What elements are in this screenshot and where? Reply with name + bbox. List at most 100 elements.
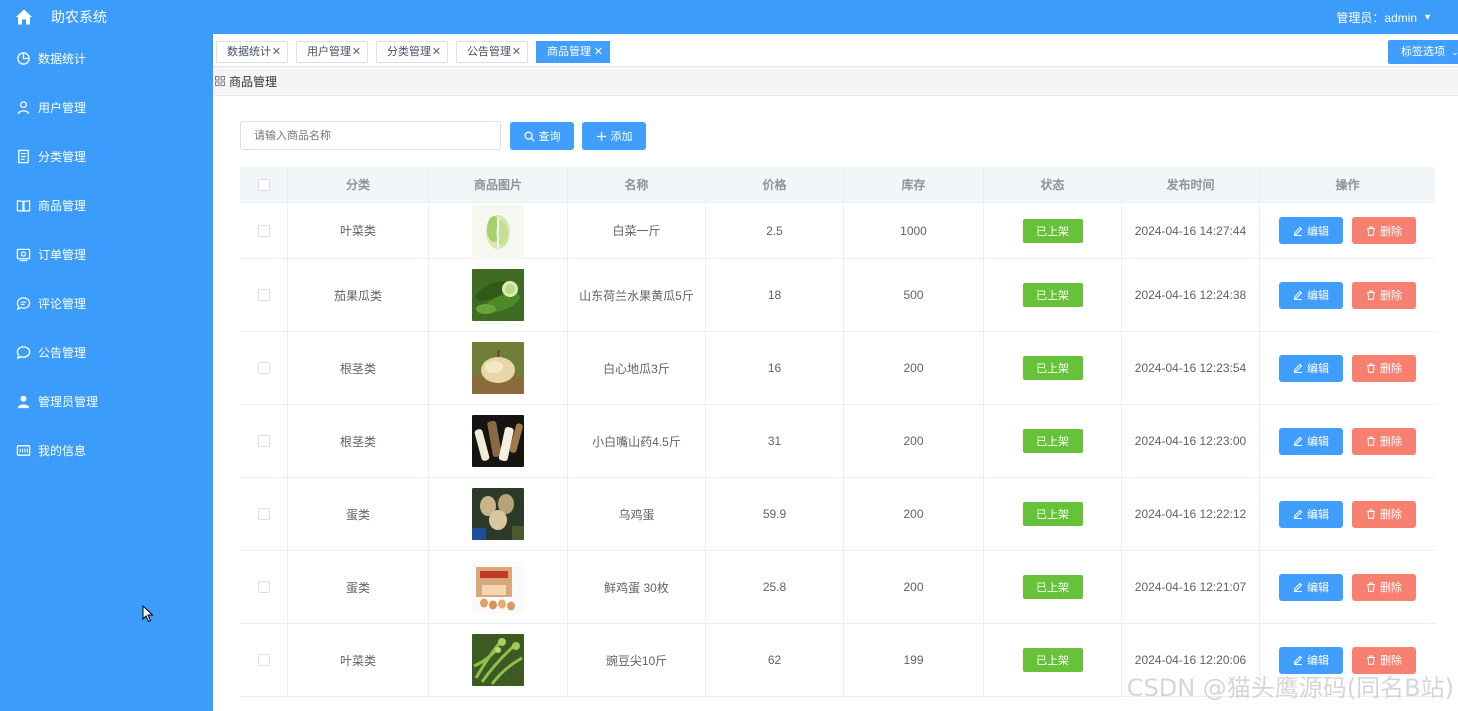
edit-label: 编辑 [1307,509,1329,521]
status-badge: 已上架 [1022,283,1083,307]
tag-options-button[interactable]: 标签选项 ⌄ [1388,40,1458,64]
delete-button[interactable]: 删除 [1352,281,1416,309]
header-actions: 操作 [1335,178,1360,192]
close-icon[interactable]: ✕ [432,42,441,62]
tab-label: 商品管理 [547,46,591,58]
close-icon[interactable]: ✕ [352,42,361,62]
mouse-cursor-icon [142,605,154,623]
price-cell: 31 [706,405,844,477]
tab-notices[interactable]: 公告管理 ✕ [456,41,528,63]
query-label: 查询 [538,131,561,143]
tab-categories[interactable]: 分类管理 ✕ [376,41,448,63]
trash-icon [1367,226,1375,236]
close-icon[interactable]: ✕ [512,42,521,62]
sidebar-item-categories[interactable]: 分类管理 [0,132,213,181]
sidebar-item-comments[interactable]: 评论管理 [0,279,213,328]
row-checkbox[interactable] [257,654,270,666]
stock-cell: 500 [844,259,984,331]
edit-button[interactable]: 编辑 [1279,500,1343,528]
row-checkbox[interactable] [257,508,270,520]
egg-box-product-image[interactable] [472,561,524,613]
tab-label: 分类管理 [387,46,431,58]
edit-button[interactable]: 编辑 [1279,427,1343,455]
row-select-cell [240,478,288,550]
stock-cell: 199 [844,624,984,696]
edit-button[interactable]: 编辑 [1279,573,1343,601]
delete-button[interactable]: 删除 [1352,500,1416,528]
row-checkbox[interactable] [257,435,270,447]
trash-icon [1367,509,1375,519]
edit-button[interactable]: 编辑 [1279,281,1343,309]
sidebar-item-my-info[interactable]: 我的信息 [0,426,213,475]
row-select-cell [240,203,288,258]
tab-users[interactable]: 用户管理 ✕ [296,41,368,63]
delete-label: 删除 [1380,582,1402,594]
status-badge: 已上架 [1022,648,1083,672]
edit-label: 编辑 [1307,225,1329,238]
tab-products[interactable]: 商品管理 ✕ [536,41,610,63]
table-header: 分类 商品图片 名称 价格 库存 状态 发布时间 操作 [240,167,1435,203]
status-badge: 已上架 [1022,429,1083,453]
delete-button[interactable]: 删除 [1352,427,1416,455]
header-stock: 库存 [844,167,984,202]
row-checkbox[interactable] [257,289,270,301]
user-label[interactable]: 管理员：admin [1336,9,1417,26]
black-chicken-eggs-product-image[interactable] [472,488,524,540]
close-icon[interactable]: ✕ [594,42,603,62]
sidebar-item-admins[interactable]: 管理员管理 [0,377,213,426]
trash-icon [1367,290,1375,300]
document-icon [16,149,32,165]
comment-icon [16,296,32,312]
category-cell: 蛋类 [288,551,429,623]
query-button[interactable]: 查询 [510,122,574,150]
tab-label: 公告管理 [467,46,511,58]
user-menu[interactable]: 管理员：admin ▼ [1336,0,1432,34]
row-checkbox[interactable] [257,224,270,237]
status-cell: 已上架 [984,405,1122,477]
tab-label: 数据统计 [227,46,271,58]
sidebar-item-products[interactable]: 商品管理 [0,181,213,230]
price-cell: 16 [706,332,844,404]
delete-button[interactable]: 删除 [1352,573,1416,601]
sweet-potato-product-image[interactable] [472,342,524,394]
product-table: 分类 商品图片 名称 价格 库存 状态 发布时间 操作 叶菜类 白菜一斤 2.5… [240,167,1435,697]
home-icon[interactable] [14,7,34,27]
sidebar-item-stats[interactable]: 数据统计 [0,34,213,83]
delete-button[interactable]: 删除 [1352,217,1416,244]
stock-cell: 200 [844,478,984,550]
actions-cell: 编辑 删除 [1260,405,1435,477]
edit-icon [1293,436,1303,446]
price-cell: 2.5 [706,203,844,258]
price-cell: 62 [706,624,844,696]
sidebar-item-orders[interactable]: 订单管理 [0,230,213,279]
category-cell: 茄果瓜类 [288,259,429,331]
tab-stats[interactable]: 数据统计 ✕ [216,41,288,63]
add-button[interactable]: 添加 [582,122,646,150]
sidebar-item-label: 用户管理 [38,101,87,115]
row-checkbox[interactable] [257,362,270,374]
status-cell: 已上架 [984,551,1122,623]
sidebar-item-users[interactable]: 用户管理 [0,83,213,132]
yam-product-image[interactable] [472,415,524,467]
close-icon[interactable]: ✕ [272,42,281,62]
watermark: CSDN @猫头鹰源码(同名B站) [1126,674,1454,702]
sidebar-item-label: 公告管理 [38,346,87,360]
cucumber-product-image[interactable] [472,269,524,321]
edit-button[interactable]: 编辑 [1279,217,1343,244]
image-cell [429,551,568,623]
product-name-search-input[interactable] [240,121,501,150]
image-cell [429,624,568,696]
select-all-checkbox[interactable] [257,178,270,191]
status-badge: 已上架 [1022,502,1083,526]
search-icon [523,130,535,142]
delete-button[interactable]: 删除 [1352,354,1416,382]
sidebar-item-notices[interactable]: 公告管理 [0,328,213,377]
header-name: 名称 [568,167,706,202]
row-checkbox[interactable] [257,581,270,593]
status-cell: 已上架 [984,478,1122,550]
pea-shoots-product-image[interactable] [472,634,524,686]
image-cell [429,478,568,550]
edit-button[interactable]: 编辑 [1279,354,1343,382]
cabbage-product-image[interactable] [472,204,524,257]
caret-down-icon[interactable]: ▼ [1423,12,1432,22]
